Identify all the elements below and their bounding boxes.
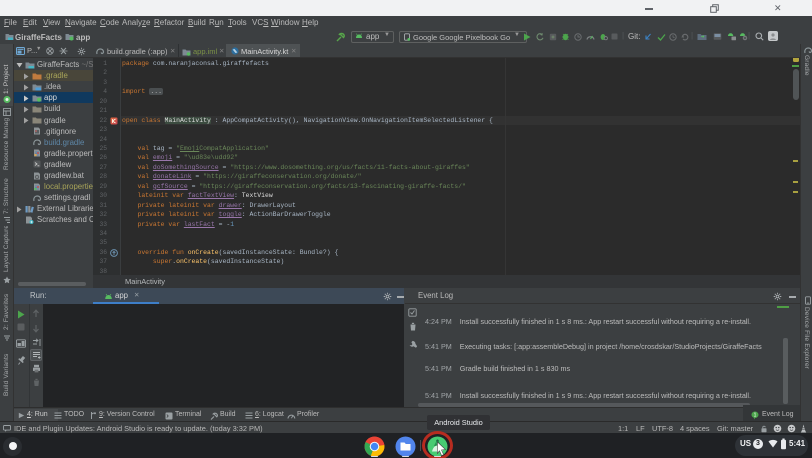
svg-text:1: 1 — [754, 413, 757, 419]
